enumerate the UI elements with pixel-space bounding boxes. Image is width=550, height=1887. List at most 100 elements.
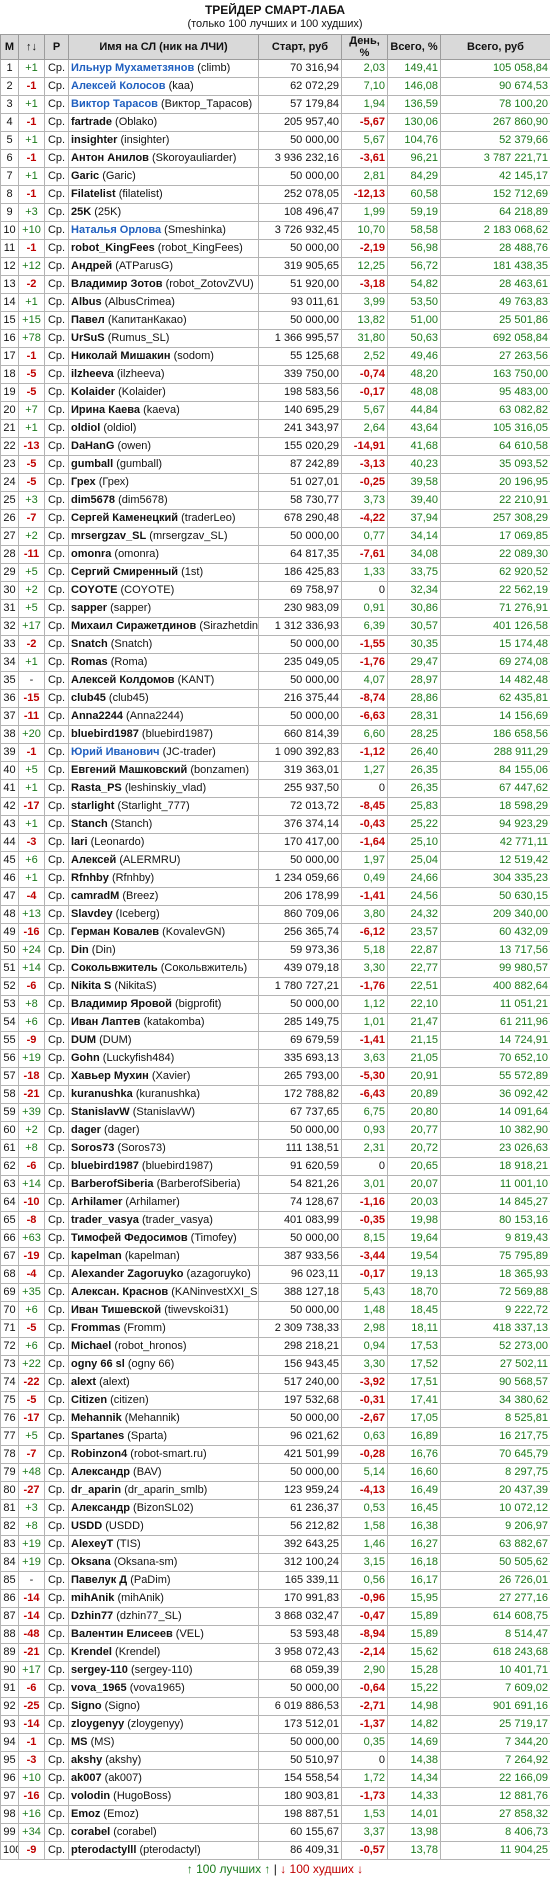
trader-name-cell[interactable]: Алексей (ALERMRU): [68, 851, 259, 870]
trader-name-link[interactable]: dager: [71, 1124, 101, 1136]
trader-name-cell[interactable]: camradM (Breez): [68, 887, 259, 906]
trader-name-link[interactable]: Alexander Zagoruyko: [71, 1268, 183, 1280]
trader-name-cell[interactable]: Rfnhby (Rfnhby): [68, 869, 259, 888]
trader-name-link[interactable]: insighter: [71, 134, 117, 146]
trader-name-link[interactable]: DUM: [71, 1034, 96, 1046]
trader-name-cell[interactable]: kuranushka (kuranushka): [68, 1085, 259, 1104]
trader-name-cell[interactable]: corabel (corabel): [68, 1823, 259, 1842]
trader-name-link[interactable]: gumball: [71, 458, 113, 470]
trader-name-cell[interactable]: bluebird1987 (bluebird1987): [68, 1157, 259, 1176]
trader-name-link[interactable]: Наталья Орлова: [71, 224, 161, 236]
trader-name-link[interactable]: Иван Лаптев: [71, 1016, 140, 1028]
trader-name-link[interactable]: fartrade: [71, 116, 112, 128]
trader-name-cell[interactable]: Владимир Зотов (robot_ZotovZVU): [68, 275, 259, 294]
trader-name-link[interactable]: trader_vasya: [71, 1214, 139, 1226]
trader-name-link[interactable]: Filatelist: [71, 188, 116, 200]
trader-name-link[interactable]: Rasta_PS: [71, 782, 122, 794]
trader-name-cell[interactable]: dager (dager): [68, 1121, 259, 1140]
trader-name-link[interactable]: Павел: [71, 314, 105, 326]
trader-name-link[interactable]: Soros73: [71, 1142, 114, 1154]
trader-name-link[interactable]: Mehannik: [71, 1412, 122, 1424]
trader-name-cell[interactable]: Алексан. Краснов (KANinvestXXI_SL): [68, 1283, 259, 1302]
trader-name-link[interactable]: Albus: [71, 296, 102, 308]
trader-name-link[interactable]: MS: [71, 1736, 88, 1748]
trader-name-cell[interactable]: mrsergzav_SL (mrsergzav_SL): [68, 527, 259, 546]
trader-name-cell[interactable]: Emoz (Emoz): [68, 1805, 259, 1824]
trader-name-cell[interactable]: Павел (КапитанКакао): [68, 311, 259, 330]
trader-name-link[interactable]: Nikita S: [71, 980, 111, 992]
trader-name-cell[interactable]: Герман Ковалев (KovalevGN): [68, 923, 259, 942]
trader-name-cell[interactable]: vova_1965 (vova1965): [68, 1679, 259, 1698]
trader-name-cell[interactable]: Romas (Roma): [68, 653, 259, 672]
trader-name-cell[interactable]: insighter (insighter): [68, 131, 259, 150]
trader-name-cell[interactable]: trader_vasya (trader_vasya): [68, 1211, 259, 1230]
trader-name-cell[interactable]: Dzhin77 (dzhin77_SL): [68, 1607, 259, 1626]
trader-name-cell[interactable]: pterodactylll (pterodactyl): [68, 1841, 259, 1860]
trader-name-cell[interactable]: Stanch (Stanch): [68, 815, 259, 834]
trader-name-cell[interactable]: Владимир Яровой (bigprofit): [68, 995, 259, 1014]
trader-name-cell[interactable]: Slavdey (Iceberg): [68, 905, 259, 924]
trader-name-link[interactable]: ogny 66 sl: [71, 1358, 125, 1370]
trader-name-link[interactable]: lari: [71, 836, 88, 848]
trader-name-cell[interactable]: lari (Leonardo): [68, 833, 259, 852]
trader-name-link[interactable]: Николай Мишакин: [71, 350, 171, 362]
trader-name-link[interactable]: pterodactylll: [71, 1844, 136, 1856]
trader-name-cell[interactable]: Spartanes (Sparta): [68, 1427, 259, 1446]
trader-name-cell[interactable]: 25K (25K): [68, 203, 259, 222]
trader-name-cell[interactable]: Gohn (Luckyfish484): [68, 1049, 259, 1068]
trader-name-link[interactable]: AlexeyT: [71, 1538, 113, 1550]
trader-name-cell[interactable]: ak007 (ak007): [68, 1769, 259, 1788]
trader-name-cell[interactable]: dr_aparin (dr_aparin_smlb): [68, 1481, 259, 1500]
trader-name-link[interactable]: Антон Анилов: [71, 152, 149, 164]
trader-name-cell[interactable]: volodin (HugoBoss): [68, 1787, 259, 1806]
trader-name-cell[interactable]: Сокольвжитель (Сокольвжитель): [68, 959, 259, 978]
trader-name-cell[interactable]: BarberofSiberia (BarberofSiberia): [68, 1175, 259, 1194]
trader-name-link[interactable]: Валентин Елисеев: [71, 1628, 173, 1640]
trader-name-link[interactable]: Сокольвжитель: [71, 962, 158, 974]
trader-name-link[interactable]: ak007: [71, 1772, 102, 1784]
trader-name-cell[interactable]: sergey-110 (sergey-110): [68, 1661, 259, 1680]
trader-name-cell[interactable]: Сергий Смиренный (1st): [68, 563, 259, 582]
trader-name-cell[interactable]: fartrade (Oblako): [68, 113, 259, 132]
trader-name-cell[interactable]: DaHanG (owen): [68, 437, 259, 456]
trader-name-link[interactable]: dr_aparin: [71, 1484, 121, 1496]
trader-name-link[interactable]: Stanch: [71, 818, 108, 830]
trader-name-cell[interactable]: Хавьер Мухин (Xavier): [68, 1067, 259, 1086]
trader-name-link[interactable]: kapelman: [71, 1250, 122, 1262]
trader-name-cell[interactable]: zloygenyy (zloygenyy): [68, 1715, 259, 1734]
trader-name-link[interactable]: DaHanG: [71, 440, 114, 452]
trader-name-link[interactable]: Александр: [71, 1502, 130, 1514]
trader-name-link[interactable]: Иван Тишевской: [71, 1304, 161, 1316]
trader-name-cell[interactable]: Тимофей Федосимов (Timofey): [68, 1229, 259, 1248]
trader-name-link[interactable]: COYOTE: [71, 584, 117, 596]
trader-name-link[interactable]: Юрий Иванович: [71, 746, 160, 758]
trader-name-cell[interactable]: Евгений Машковский (bonzamen): [68, 761, 259, 780]
trader-name-cell[interactable]: Krendel (Krendel): [68, 1643, 259, 1662]
trader-name-link[interactable]: Rfnhby: [71, 872, 109, 884]
trader-name-cell[interactable]: Albus (AlbusCrimea): [68, 293, 259, 312]
trader-name-cell[interactable]: Rasta_PS (leshinskiy_vlad): [68, 779, 259, 798]
trader-name-cell[interactable]: kapelman (kapelman): [68, 1247, 259, 1266]
trader-name-link[interactable]: Emoz: [71, 1808, 100, 1820]
trader-name-cell[interactable]: Виктор Тарасов (Виктор_Тарасов): [68, 95, 259, 114]
trader-name-link[interactable]: zloygenyy: [71, 1718, 124, 1730]
trader-name-cell[interactable]: Arhilamer (Arhilamer): [68, 1193, 259, 1212]
trader-name-cell[interactable]: Din (Din): [68, 941, 259, 960]
trader-name-link[interactable]: 25K: [71, 206, 91, 218]
trader-name-cell[interactable]: Nikita S (NikitaS): [68, 977, 259, 996]
trader-name-link[interactable]: volodin: [71, 1790, 110, 1802]
trader-name-link[interactable]: club45: [71, 692, 106, 704]
trader-name-link[interactable]: Александр: [71, 1466, 130, 1478]
trader-name-link[interactable]: Сергей Каменецкий: [71, 512, 178, 524]
trader-name-cell[interactable]: Ирина Каева (kaeva): [68, 401, 259, 420]
trader-name-link[interactable]: Андрей: [71, 260, 112, 272]
trader-name-link[interactable]: oldiol: [71, 422, 100, 434]
trader-name-link[interactable]: Герман Ковалев: [71, 926, 159, 938]
trader-name-cell[interactable]: sapper (sapper): [68, 599, 259, 618]
trader-name-cell[interactable]: USDD (USDD): [68, 1517, 259, 1536]
trader-name-cell[interactable]: Frommas (Fromm): [68, 1319, 259, 1338]
trader-name-link[interactable]: Евгений Машковский: [71, 764, 187, 776]
trader-name-link[interactable]: sapper: [71, 602, 107, 614]
trader-name-cell[interactable]: Александр (BizonSL02): [68, 1499, 259, 1518]
trader-name-link[interactable]: Алексей: [71, 854, 116, 866]
